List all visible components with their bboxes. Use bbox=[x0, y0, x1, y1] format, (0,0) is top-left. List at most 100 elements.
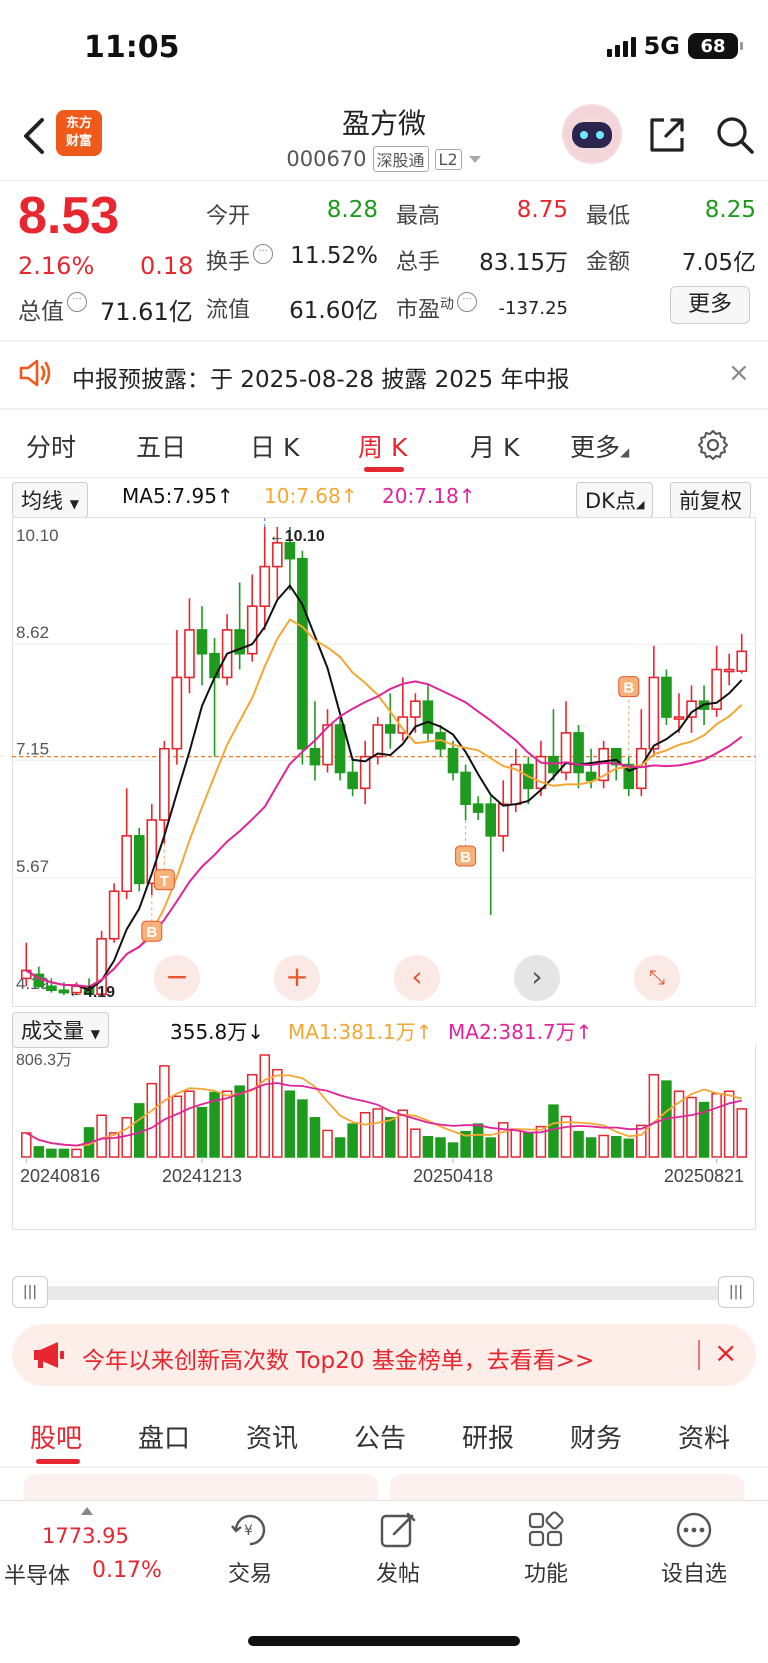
volume-bar bbox=[309, 1117, 321, 1158]
volume-bar bbox=[322, 1129, 333, 1158]
candle bbox=[723, 668, 735, 673]
volume-bar bbox=[610, 1136, 622, 1158]
volume-chart[interactable]: 806.3万 20240816 20241213 20250418 20250821 bbox=[12, 1045, 756, 1240]
status-time: 11:05 bbox=[84, 30, 180, 65]
candle bbox=[472, 803, 484, 813]
volume-indicator-select[interactable]: 成交量 ▼ bbox=[12, 1012, 109, 1048]
candle bbox=[284, 542, 296, 560]
settings-gear-icon[interactable] bbox=[696, 428, 730, 462]
share-icon[interactable] bbox=[646, 114, 688, 156]
signal-icon bbox=[606, 35, 636, 57]
candle bbox=[184, 629, 195, 679]
functions-icon[interactable] bbox=[526, 1510, 566, 1550]
volume-bar bbox=[221, 1090, 233, 1158]
tab-finance[interactable]: 财务 bbox=[570, 1418, 622, 1455]
promo-close-icon[interactable]: × bbox=[714, 1336, 737, 1369]
chart-range-track[interactable] bbox=[14, 1286, 754, 1300]
volume-bar bbox=[21, 1132, 32, 1158]
home-indicator bbox=[248, 1636, 520, 1646]
ai-assistant-icon[interactable] bbox=[562, 104, 622, 164]
pe-value: -137.25 bbox=[498, 298, 568, 319]
tab-weekly-k[interactable]: 周 K bbox=[358, 428, 407, 464]
range-handle-left[interactable]: ||| bbox=[12, 1276, 48, 1308]
low-value: 8.25 bbox=[704, 197, 756, 223]
tab-research[interactable]: 研报 bbox=[462, 1418, 514, 1455]
zoom-in-button[interactable]: + bbox=[274, 955, 320, 1001]
amount-value: 7.05亿 bbox=[681, 250, 756, 276]
adjust-select[interactable]: 前复权 bbox=[670, 482, 751, 518]
market-cap-label: 总值 ··· bbox=[18, 292, 87, 326]
candle bbox=[171, 676, 183, 750]
next-button[interactable]: › bbox=[514, 955, 560, 1001]
market-cap-value: 71.61亿 bbox=[100, 298, 193, 326]
indicator-select[interactable]: 均线 ▼ bbox=[12, 482, 88, 518]
volume-label: 总手 bbox=[396, 250, 441, 275]
tab-news[interactable]: 资讯 bbox=[246, 1418, 298, 1455]
divider bbox=[0, 180, 768, 181]
volume-bar bbox=[510, 1128, 522, 1158]
tab-profile[interactable]: 资料 bbox=[678, 1418, 730, 1455]
info-dots-icon[interactable]: ··· bbox=[67, 292, 87, 312]
float-cap-value: 61.60亿 bbox=[289, 298, 378, 324]
index-change[interactable]: 0.17% bbox=[92, 1558, 162, 1583]
candle bbox=[259, 565, 271, 607]
candle bbox=[410, 700, 421, 718]
notice-text[interactable]: 中报预披露：于 2025-08-28 披露 2025 年中报 bbox=[72, 360, 569, 394]
volume-bar bbox=[121, 1117, 132, 1158]
compose-icon[interactable] bbox=[378, 1510, 418, 1550]
functions-label[interactable]: 功能 bbox=[508, 1556, 584, 1588]
kline-chart[interactable]: 10.108.627.155.674.19←10.10←4.19BTSBB bbox=[12, 517, 756, 1007]
volume-bar bbox=[686, 1096, 697, 1158]
fullscreen-icon[interactable]: ⤡ bbox=[634, 955, 680, 1001]
ma10-line bbox=[25, 618, 743, 988]
tab-monthly-k[interactable]: 月 K bbox=[470, 428, 519, 464]
high-marker: ←10.10 bbox=[269, 528, 325, 545]
volume-bar bbox=[485, 1137, 496, 1158]
search-icon[interactable] bbox=[714, 114, 756, 156]
candle bbox=[648, 676, 660, 750]
tab-daily-k[interactable]: 日 K bbox=[250, 428, 299, 464]
tab-more[interactable]: 更多◢ bbox=[570, 428, 629, 464]
caret-down-icon bbox=[468, 156, 481, 163]
tab-announcements[interactable]: 公告 bbox=[354, 1418, 406, 1455]
tab-five-day[interactable]: 五日 bbox=[136, 428, 186, 464]
volume-ma1-line bbox=[25, 1074, 742, 1147]
ma5-line bbox=[25, 583, 743, 992]
more-dots-icon[interactable] bbox=[674, 1510, 714, 1550]
prev-button[interactable]: ‹ bbox=[394, 955, 440, 1001]
promo-text[interactable]: 今年以来创新高次数 Top20 基金榜单，去看看>> bbox=[82, 1341, 594, 1375]
battery-icon: 68 bbox=[688, 33, 743, 59]
tab-intraday[interactable]: 分时 bbox=[26, 428, 76, 464]
volume-bar bbox=[33, 1146, 45, 1158]
volume-bar bbox=[548, 1104, 559, 1158]
volume-bar bbox=[58, 1148, 70, 1158]
volume-bar bbox=[385, 1117, 396, 1158]
index-value[interactable]: 1773.95 bbox=[42, 1524, 129, 1548]
dk-point-select[interactable]: DK点◢ bbox=[576, 482, 654, 518]
zoom-out-button[interactable]: − bbox=[154, 955, 200, 1001]
low-marker: ←4.19 bbox=[68, 984, 115, 1001]
candle bbox=[460, 771, 471, 805]
connect-tag: 深股通 bbox=[372, 146, 429, 172]
info-dots-icon[interactable]: ··· bbox=[457, 292, 478, 312]
candle bbox=[585, 771, 597, 782]
notice-close-icon[interactable]: × bbox=[728, 358, 750, 388]
index-name[interactable]: 半导体 bbox=[4, 1558, 70, 1590]
info-dots-icon[interactable]: ··· bbox=[253, 244, 274, 264]
more-button[interactable]: 更多 bbox=[670, 286, 750, 324]
candle bbox=[661, 676, 672, 718]
open-label: 今开 bbox=[206, 204, 251, 229]
tab-order-book[interactable]: 盘口 bbox=[138, 1418, 190, 1455]
trade-icon[interactable]: ¥ bbox=[228, 1510, 272, 1550]
pe-label: 市盈动 ··· bbox=[396, 292, 478, 324]
ma20-line bbox=[25, 680, 743, 988]
volume-bar bbox=[422, 1136, 434, 1158]
compose-label[interactable]: 发帖 bbox=[360, 1556, 436, 1588]
trade-label[interactable]: 交易 bbox=[212, 1556, 288, 1588]
range-handle-right[interactable]: ||| bbox=[718, 1276, 754, 1308]
add-watchlist-label[interactable]: 设自选 bbox=[646, 1556, 742, 1588]
active-tab-indicator bbox=[36, 1459, 80, 1464]
tab-guba[interactable]: 股吧 bbox=[30, 1418, 82, 1455]
float-cap-label: 流值 bbox=[206, 298, 251, 323]
volume-bar bbox=[623, 1138, 635, 1158]
